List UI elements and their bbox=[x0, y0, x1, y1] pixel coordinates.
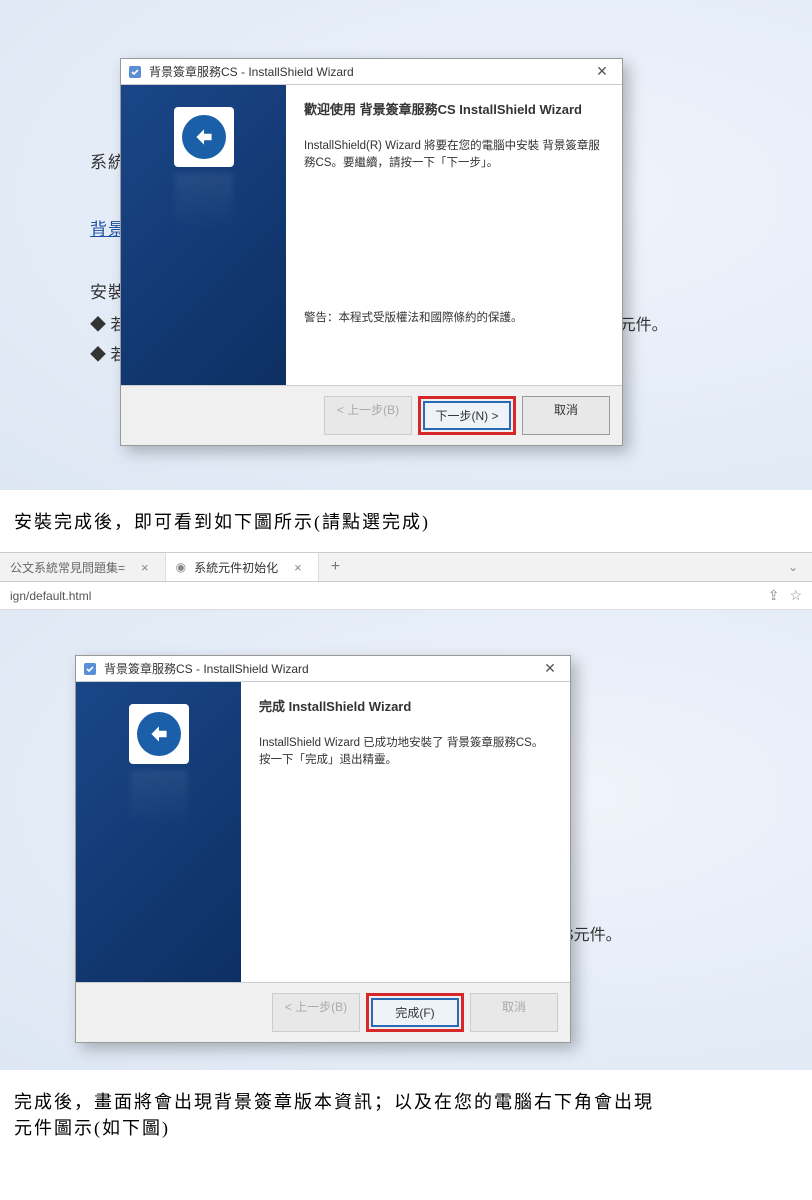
browser-addressbar[interactable]: ign/default.html ⇪ ☆ bbox=[0, 582, 812, 610]
browser-tabbar: 公文系統常見問題集= × ◉ 系統元件初始化 × + ⌄ bbox=[0, 552, 812, 582]
dialog-warning: 警告：本程式受版權法和國際條約的保護。 bbox=[304, 310, 604, 327]
dialog-body-text: InstallShield(R) Wizard 將要在您的電腦中安裝 背景簽章服… bbox=[304, 138, 604, 173]
share-icon[interactable]: ⇪ bbox=[768, 587, 780, 604]
installer-icon bbox=[82, 661, 98, 677]
dialog-footer: < 上一步(B) 下一步(N) > 取消 bbox=[121, 385, 622, 445]
next-button[interactable]: 下一步(N) > bbox=[423, 401, 511, 430]
installer-dialog-finish: 背景簽章服務CS - InstallShield Wizard ✕ 完成 Ins… bbox=[75, 655, 571, 1043]
installer-dialog-welcome: 背景簽章服務CS - InstallShield Wizard ✕ 歡迎使用 背… bbox=[120, 58, 623, 446]
caption2-line1: 完成後，畫面將會出現背景簽章版本資訊；以及在您的電腦右下角會出現 bbox=[14, 1092, 654, 1112]
background-panel-2: 系統 新： 背景 安裝 ◆ 若 SignCS元件。 ◆ 若 件。 背景簽章服務C… bbox=[0, 610, 812, 1070]
url-text: ign/default.html bbox=[10, 589, 758, 603]
dialog-heading: 歡迎使用 背景簽章服務CS InstallShield Wizard bbox=[304, 99, 604, 118]
close-icon[interactable]: ✕ bbox=[588, 63, 616, 80]
cancel-button: 取消 bbox=[470, 993, 558, 1032]
installer-icon bbox=[127, 64, 143, 80]
cancel-button[interactable]: 取消 bbox=[522, 396, 610, 435]
close-icon[interactable]: ✕ bbox=[536, 660, 564, 677]
dialog-side-graphic bbox=[121, 85, 286, 385]
titlebar[interactable]: 背景簽章服務CS - InstallShield Wizard ✕ bbox=[76, 656, 570, 682]
finish-button[interactable]: 完成(F) bbox=[371, 998, 459, 1027]
finish-button-highlight: 完成(F) bbox=[366, 993, 464, 1032]
browser-tab-1[interactable]: 公文系統常見問題集= × bbox=[0, 553, 166, 581]
caption2-line2: 元件圖示(如下圖) bbox=[14, 1118, 170, 1138]
dialog-body-text: InstallShield Wizard 已成功地安裝了 背景簽章服務CS。按一… bbox=[259, 735, 552, 770]
tab-close-icon[interactable]: × bbox=[141, 560, 149, 575]
installshield-logo bbox=[129, 704, 189, 764]
dialog-title: 背景簽章服務CS - InstallShield Wizard bbox=[104, 660, 530, 677]
globe-icon: ◉ bbox=[176, 560, 186, 574]
tab-label: 公文系統常見問題集= bbox=[10, 559, 125, 576]
next-button-highlight: 下一步(N) > bbox=[418, 396, 516, 435]
background-panel-1: 系統 新： 背景 安裝 ◆ 若 SignCS元件。 ◆ 若 件。 背景簽章服務C… bbox=[0, 0, 812, 490]
back-button: < 上一步(B) bbox=[324, 396, 412, 435]
tab-close-icon[interactable]: × bbox=[294, 560, 302, 575]
dialog-footer: < 上一步(B) 完成(F) 取消 bbox=[76, 982, 570, 1042]
new-tab-button[interactable]: + bbox=[319, 558, 352, 576]
dialog-heading: 完成 InstallShield Wizard bbox=[259, 696, 552, 715]
tab-overflow-icon[interactable]: ⌄ bbox=[788, 560, 812, 574]
titlebar[interactable]: 背景簽章服務CS - InstallShield Wizard ✕ bbox=[121, 59, 622, 85]
doc-caption-2: 完成後，畫面將會出現背景簽章版本資訊；以及在您的電腦右下角會出現 元件圖示(如下… bbox=[0, 1070, 812, 1158]
favorite-icon[interactable]: ☆ bbox=[789, 587, 802, 604]
back-button: < 上一步(B) bbox=[272, 993, 360, 1032]
dialog-title: 背景簽章服務CS - InstallShield Wizard bbox=[149, 63, 582, 80]
tab-label: 系統元件初始化 bbox=[194, 559, 278, 576]
dialog-side-graphic bbox=[76, 682, 241, 982]
browser-tab-2[interactable]: ◉ 系統元件初始化 × bbox=[166, 553, 319, 581]
installshield-logo bbox=[174, 107, 234, 167]
doc-caption-1: 安裝完成後，即可看到如下圖所示(請點選完成) bbox=[0, 490, 812, 552]
